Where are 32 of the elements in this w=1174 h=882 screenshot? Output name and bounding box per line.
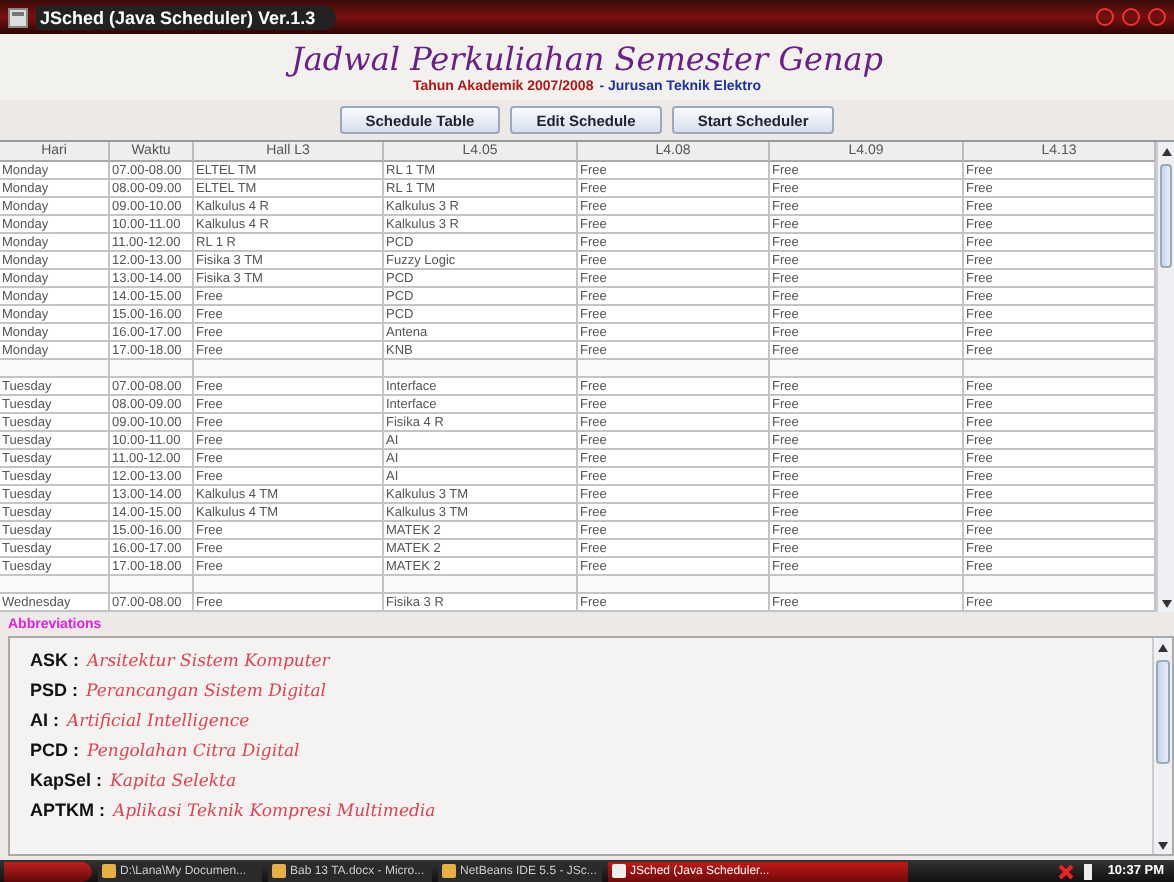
window-title: JSched (Java Scheduler) Ver.1.3 [36, 5, 336, 29]
start-button[interactable] [4, 861, 92, 881]
schedule-title: Jadwal Perkuliahan Semester Genap [290, 42, 884, 78]
scrollbar-thumb[interactable] [1160, 164, 1172, 268]
tray-icon[interactable] [1079, 863, 1096, 879]
abbreviation-term: KapSel : [30, 770, 103, 790]
up-arrow-icon [1158, 643, 1168, 651]
window-icon [272, 864, 286, 878]
window-icon [612, 864, 626, 878]
app-icon [8, 7, 28, 27]
abbreviation-meaning: Aplikasi Teknik Kompresi Multimedia [113, 802, 436, 822]
abbreviation-term: PCD : [30, 740, 79, 760]
scrollbar-thumb[interactable] [1156, 660, 1170, 764]
window-icon [102, 864, 116, 878]
abbreviation-term: APTKM : [30, 800, 105, 820]
scrollbar[interactable] [1152, 638, 1172, 854]
abbreviation-meaning: Perancangan Sistem Digital [86, 682, 326, 702]
close-button[interactable] [1148, 8, 1166, 26]
minimize-button[interactable] [1096, 8, 1114, 26]
abbreviation-term: ASK : [30, 650, 79, 670]
scrollbar[interactable] [1156, 142, 1174, 612]
abbreviation-meaning: Kapita Selekta [110, 772, 237, 792]
abbreviation-term: AI : [30, 710, 59, 730]
down-arrow-icon [1158, 841, 1168, 849]
up-arrow-icon [1161, 147, 1171, 155]
window-icon [442, 864, 456, 878]
abbreviation-meaning: Artificial Intelligence [67, 712, 250, 732]
abbreviation-term: PSD : [30, 680, 79, 700]
abbreviation-meaning: Arsitektur Sistem Komputer [87, 652, 330, 672]
maximize-button[interactable] [1122, 8, 1140, 26]
abbreviation-meaning: Pengolahan Citra Digital [87, 742, 300, 762]
down-arrow-icon [1161, 599, 1171, 607]
